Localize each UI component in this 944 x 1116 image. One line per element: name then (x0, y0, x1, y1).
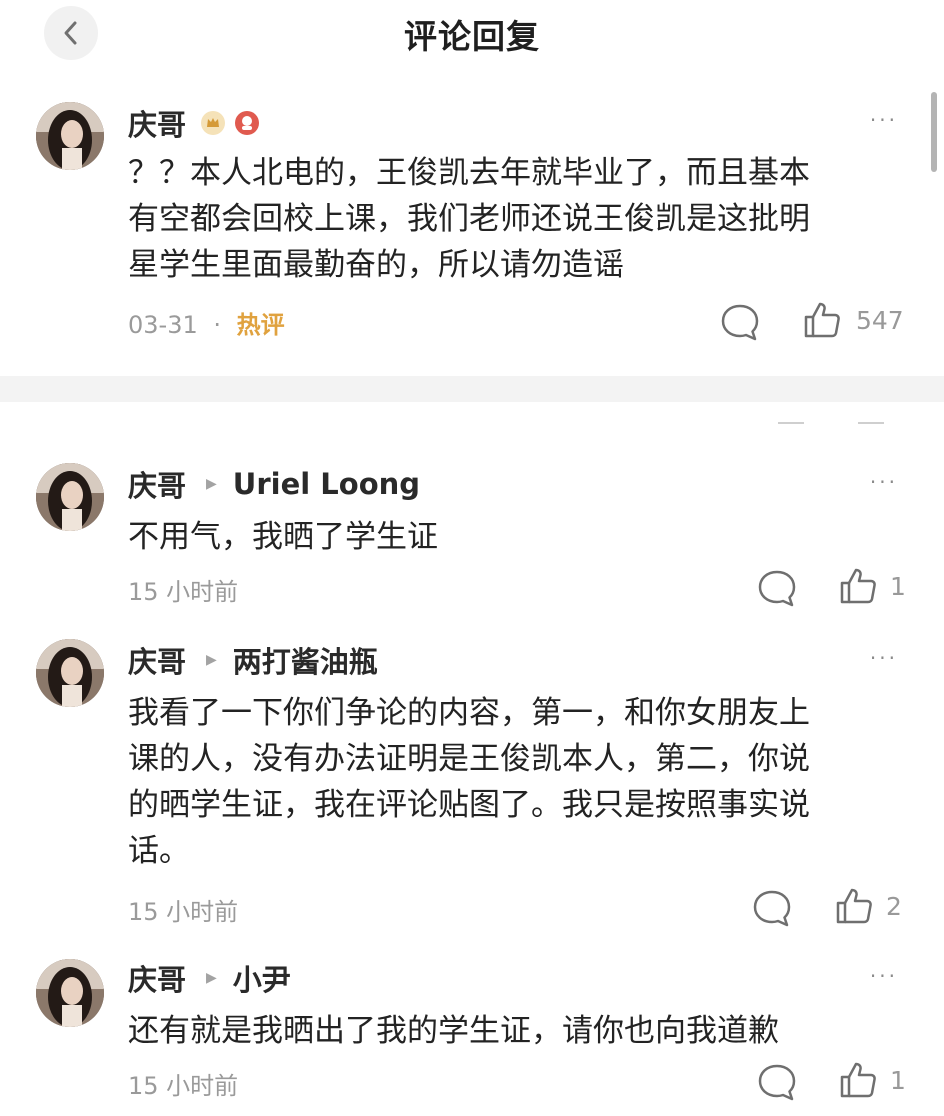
reply-time: 15 小时前 (128, 1072, 239, 1100)
reply-text: 还有就是我晒出了我的学生证，请你也向我道歉 (128, 1013, 779, 1049)
like-count: 547 (856, 306, 904, 335)
reply-arrow-icon: ▶ (206, 652, 217, 668)
comment-meta: 03-31 · 热评 (128, 305, 285, 340)
reply-text: 不用气，我晒了学生证 (128, 519, 438, 555)
like-icon[interactable] (834, 886, 874, 926)
reply-to-name[interactable]: 两打酱油瓶 (233, 639, 378, 681)
like-count: 2 (886, 892, 902, 921)
scrollbar[interactable] (931, 92, 937, 172)
author-name[interactable]: 庆哥 (128, 957, 186, 999)
reply-arrow-icon: ▶ (206, 970, 217, 986)
crown-badge-icon (201, 111, 226, 135)
like-count: 1 (890, 1066, 906, 1095)
comment-text: ？？本人北电的，王俊凯去年就毕业了，而且基本 有空都会回校上课，我们老师还说王俊… (128, 155, 810, 283)
vip-badge-icon (235, 111, 260, 135)
reply-icon[interactable] (752, 888, 792, 928)
like-icon[interactable] (838, 1060, 878, 1100)
section-divider (0, 376, 944, 402)
faded-divider-marks (778, 422, 884, 424)
comment-header: 庆哥 (128, 103, 260, 143)
reply-header: 庆哥 ▶ 两打酱油瓶 (128, 640, 378, 680)
meta-separator: · (213, 311, 222, 339)
avatar[interactable] (36, 463, 104, 531)
reply-icon[interactable] (757, 568, 797, 608)
more-options-button[interactable]: ··· (870, 108, 898, 132)
reply-arrow-icon: ▶ (206, 476, 217, 492)
reply-to-name[interactable]: Uriel Loong (233, 467, 420, 501)
reply-icon[interactable] (720, 302, 760, 342)
author-name[interactable]: 庆哥 (128, 463, 186, 505)
reply-to-name[interactable]: 小尹 (233, 957, 291, 999)
page-title: 评论回复 (404, 17, 540, 56)
reply-header: 庆哥 ▶ Uriel Loong (128, 464, 420, 504)
comment-date: 03-31 (128, 311, 198, 339)
avatar[interactable] (36, 639, 104, 707)
more-options-button[interactable]: ··· (870, 470, 898, 494)
hot-comment-tag: 热评 (236, 311, 285, 339)
more-options-button[interactable]: ··· (870, 646, 898, 670)
reply-text: 我看了一下你们争论的内容，第一，和你女朋友上 课的人，没有办法证明是王俊凯本人，… (128, 695, 810, 869)
reply-header: 庆哥 ▶ 小尹 (128, 958, 291, 998)
author-name[interactable]: 庆哥 (128, 639, 186, 681)
avatar[interactable] (36, 102, 104, 170)
author-name[interactable]: 庆哥 (128, 102, 186, 144)
like-count: 1 (890, 572, 906, 601)
like-icon[interactable] (802, 300, 842, 340)
reply-icon[interactable] (757, 1062, 797, 1102)
reply-time: 15 小时前 (128, 578, 239, 606)
more-options-button[interactable]: ··· (870, 964, 898, 988)
reply-time: 15 小时前 (128, 898, 239, 926)
avatar[interactable] (36, 959, 104, 1027)
like-icon[interactable] (838, 566, 878, 606)
